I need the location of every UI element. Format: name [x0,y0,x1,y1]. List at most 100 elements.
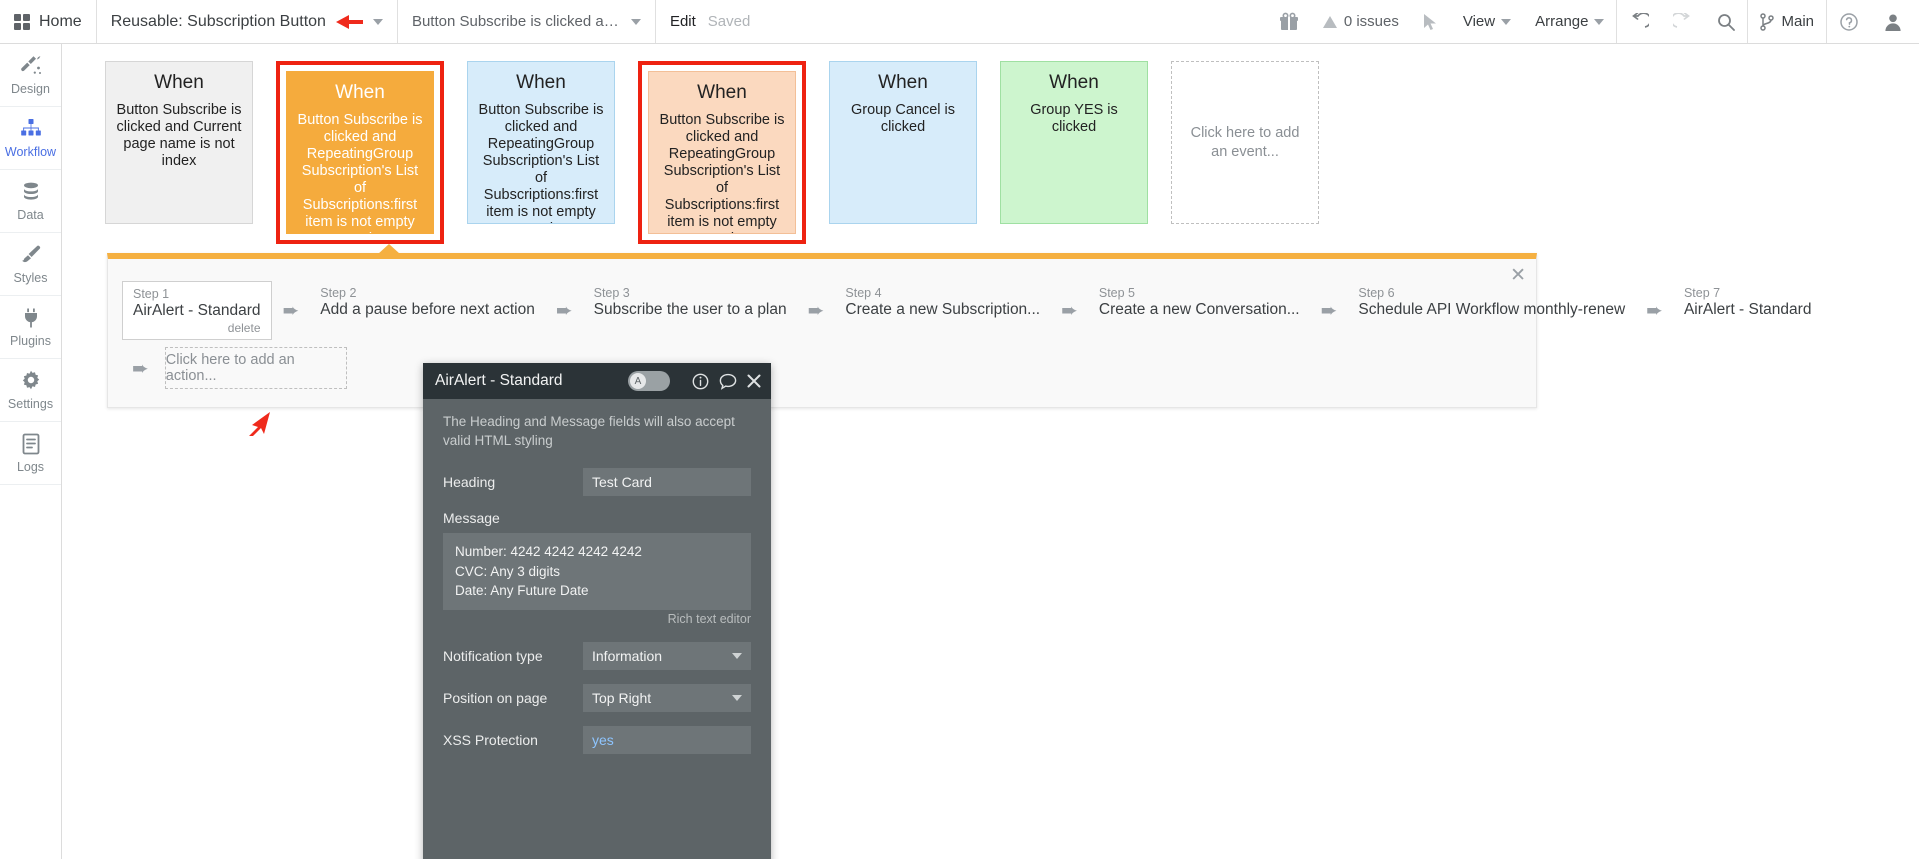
left-sidebar: Design Workflow Data Styles Plugins Sett… [0,44,62,859]
step-number: Step 4 [845,286,882,300]
branch-selector[interactable]: Main [1748,0,1826,43]
event-when-label: When [154,72,204,93]
workflow-canvas: When Button Subscribe is clicked and Cur… [63,44,1919,859]
event-card[interactable]: When Group YES is clicked [1000,61,1148,224]
event-card[interactable]: When Button Subscribe is clicked and Rep… [467,61,615,224]
sidebar-item-label: Data [17,208,44,222]
event-card[interactable]: When Button Subscribe is clicked and Cur… [105,61,253,224]
dialog-title: AirAlert - Standard [435,372,563,389]
arrow-right-icon: ➨ [555,300,573,322]
dialog-note: The Heading and Message fields will also… [443,414,735,448]
xss-protection-label: XSS Protection [443,731,538,748]
step-number: Step 5 [1098,286,1136,300]
issues-button[interactable]: 0 issues [1311,0,1411,43]
step-item[interactable]: Step 7 AirAlert - Standard [1674,281,1822,323]
position-label: Position on page [443,689,548,706]
sidebar-item-workflow[interactable]: Workflow [0,107,61,170]
step-item[interactable]: Step 1 AirAlert - Standard delete [122,281,272,340]
chevron-down-icon[interactable] [630,18,641,25]
search-icon[interactable] [1705,0,1747,43]
home-button[interactable]: Home [0,0,96,43]
step-item[interactable]: Step 3 Subscribe the user to a plan [584,281,797,323]
step-item[interactable]: Step 6 Schedule API Workflow monthly-ren… [1348,281,1635,323]
step-item[interactable]: Step 4 Create a new Subscription... [835,281,1050,323]
event-card[interactable]: When Button Subscribe is clicked and Rep… [648,71,796,234]
cursor-icon[interactable] [1411,0,1451,43]
view-label: View [1462,13,1496,30]
event-selector[interactable]: Button Subscribe is clicked and R... [398,0,655,43]
undo-icon[interactable] [1617,0,1661,43]
arrange-menu[interactable]: Arrange [1523,0,1616,43]
notification-type-row: Notification type Information [443,641,751,670]
sidebar-item-label: Plugins [10,334,51,348]
arrow-right-icon: ➨ [1320,300,1338,322]
event-when-label: When [878,72,928,93]
toggle-knob-icon: A [630,373,646,389]
sidebar-item-settings[interactable]: Settings [0,359,61,422]
step-delete-link[interactable]: delete [133,321,261,335]
event-description: Button Subscribe is clicked and Repeatin… [659,112,785,233]
arrow-right-icon: ➨ [282,300,300,322]
event-when-label: When [516,72,566,93]
event-when-label: When [335,82,385,103]
sidebar-item-styles[interactable]: Styles [0,233,61,296]
event-cards-row: When Button Subscribe is clicked and Cur… [105,61,1342,244]
plugins-icon [24,308,37,328]
add-action-button[interactable]: Click here to add an action... [164,347,347,389]
position-select[interactable]: Top Right [583,683,751,712]
info-icon[interactable] [692,373,709,390]
position-value: Top Right [592,689,652,706]
home-label: Home [39,12,82,30]
chevron-down-icon[interactable] [372,18,383,25]
event-card-container: When Group YES is clicked [1000,61,1148,224]
arrow-right-icon: ➨ [807,300,825,322]
notification-type-select[interactable]: Information [583,641,751,670]
arrow-right-icon: ➨ [132,357,149,380]
xss-protection-input[interactable]: yes [583,725,751,754]
chevron-down-icon [1501,18,1512,25]
sidebar-item-data[interactable]: Data [0,170,61,233]
heading-input[interactable]: Test Card [583,468,751,497]
event-card[interactable]: When Group Cancel is clicked [829,61,977,224]
add-event-button[interactable]: Click here to add an event... [1171,61,1319,224]
message-label: Message [443,510,500,527]
comment-icon[interactable] [719,373,737,390]
breadcrumb-label: Reusable: Subscription Button [110,12,326,30]
actions-panel: ✕ Step 1 AirAlert - Standard delete ➨ St… [107,244,1811,436]
saved-label: Saved [707,13,751,30]
branch-label: Main [1781,13,1814,30]
sidebar-item-design[interactable]: Design [0,44,61,107]
event-description: Group Cancel is clicked [851,102,955,136]
step-name: Add a pause before next action [320,301,535,318]
message-input[interactable]: Number: 4242 4242 4242 4242 CVC: Any 3 d… [443,533,751,610]
add-event-label: Click here to add an event... [1190,125,1300,160]
breadcrumb[interactable]: Reusable: Subscription Button [97,0,397,43]
edit-button[interactable]: Edit [656,0,708,43]
sidebar-item-plugins[interactable]: Plugins [0,296,61,359]
element-toggle[interactable]: A [628,371,670,391]
warning-triangle-icon [1322,15,1337,28]
gift-icon[interactable] [1267,0,1311,43]
view-menu[interactable]: View [1451,0,1523,43]
data-icon [23,182,38,200]
close-icon[interactable] [747,374,761,388]
event-card[interactable]: When Button Subscribe is clicked and Rep… [286,71,434,234]
message-line-1: Number: 4242 4242 4242 4242 [455,544,642,560]
logs-icon [22,433,39,455]
sidebar-item-logs[interactable]: Logs [0,422,61,485]
sidebar-item-label: Workflow [4,145,57,159]
add-action-row: ➨ Click here to add an action... [132,347,347,436]
avatar[interactable] [1871,0,1919,43]
branch-icon [1760,12,1775,31]
add-action-label: Click here to add an action... [165,352,295,384]
step-item[interactable]: Step 5 Create a new Conversation... [1089,281,1310,323]
steps-row: Step 1 AirAlert - Standard delete ➨ Step… [122,281,1811,340]
step-item[interactable]: Step 2 Add a pause before next action [310,281,545,323]
rich-text-editor-link[interactable]: Rich text editor [443,612,751,626]
event-card-container-highlighted: When Button Subscribe is clicked and Rep… [276,61,444,244]
design-icon [20,56,41,74]
event-when-label: When [1049,72,1099,93]
help-icon[interactable] [1827,0,1871,43]
event-card-container: When Group Cancel is clicked [829,61,977,224]
step-name: Schedule API Workflow monthly-renew [1358,301,1626,318]
